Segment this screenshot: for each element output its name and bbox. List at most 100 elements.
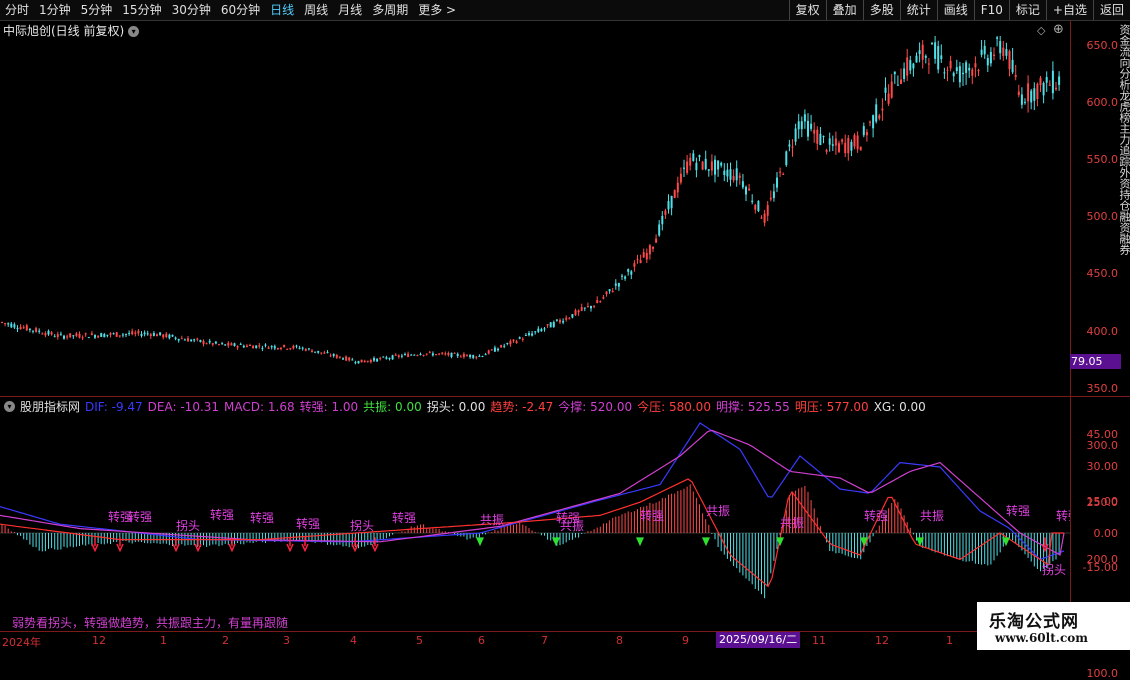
candle (664, 208, 667, 220)
macd-indicator-chart[interactable]: 转强转强拐头转强转强转强拐头转强共振转强共振转强共振共振转强共振转强转强拐头 (0, 414, 1070, 630)
candle (555, 319, 558, 322)
candle (738, 172, 741, 185)
candle (686, 155, 689, 175)
candle (704, 150, 707, 171)
toolbar-button-2[interactable]: 多股 (862, 0, 900, 20)
toolbar-button-0[interactable]: 复权 (788, 0, 826, 20)
candle (66, 334, 69, 340)
date-tick-label: 3 (283, 634, 290, 647)
candle (1027, 75, 1030, 113)
toolbar-button-1[interactable]: 叠加 (825, 0, 863, 20)
candle (661, 211, 664, 231)
tab-period-1[interactable]: 1分钟 (34, 0, 76, 20)
candle (1042, 81, 1045, 104)
candle (506, 342, 509, 346)
tab-period-2[interactable]: 5分钟 (76, 0, 118, 20)
tab-period-3[interactable]: 15分钟 (117, 0, 166, 20)
candle (78, 331, 81, 339)
price-tick-label: 350.0 (1086, 381, 1119, 395)
candle (261, 345, 264, 352)
tab-period-5[interactable]: 60分钟 (216, 0, 265, 20)
candle (267, 345, 270, 349)
candle (996, 36, 999, 47)
turn-arrow-icon (351, 537, 359, 553)
candle (977, 68, 980, 76)
add-icon[interactable]: ⊕ (1053, 22, 1064, 37)
candle (825, 148, 828, 155)
candle (373, 356, 375, 362)
candle (450, 352, 453, 359)
candle (332, 353, 335, 358)
tab-period-7[interactable]: 周线 (299, 0, 333, 20)
candle (183, 338, 186, 341)
candle (869, 120, 871, 127)
candle (317, 350, 320, 354)
signal-label: 转强 (392, 510, 416, 525)
candle (952, 71, 955, 83)
candle (1030, 88, 1033, 110)
candle (134, 330, 137, 337)
indicator-name[interactable]: 股朋指标网 (20, 398, 80, 415)
tab-period-4[interactable]: 30分钟 (167, 0, 216, 20)
candle (453, 352, 456, 354)
candle (456, 352, 459, 358)
candle (202, 339, 205, 347)
toolbar-button-7[interactable]: +自选 (1045, 0, 1093, 20)
signal-label: 转强 (864, 508, 888, 523)
tab-period-9[interactable]: 多周期 (367, 0, 413, 20)
tab-period-8[interactable]: 月线 (333, 0, 367, 20)
candle (205, 342, 208, 345)
candle (487, 349, 490, 355)
candle (937, 40, 940, 74)
candle (1033, 82, 1036, 111)
candle (1048, 80, 1051, 86)
toolbar-button-3[interactable]: 统计 (899, 0, 937, 20)
candle (35, 326, 38, 333)
tab-period-0[interactable]: 分时 (0, 0, 34, 20)
toolbar-button-8[interactable]: 返回 (1092, 0, 1130, 20)
candle (819, 126, 822, 146)
candlestick-chart[interactable] (0, 36, 1070, 394)
gear-icon[interactable]: ▾ (4, 400, 15, 412)
candle (692, 150, 695, 162)
candle (59, 331, 62, 336)
candle (803, 109, 806, 129)
signal-label: 转强 (210, 507, 234, 522)
candle (245, 344, 248, 348)
candle (72, 335, 75, 339)
candle (639, 254, 642, 264)
candle (909, 55, 912, 75)
candle (94, 334, 96, 339)
candle (47, 329, 50, 336)
indicator-tick-label: -15.00 (1082, 561, 1118, 574)
brand-name: 乐淘公式网 (989, 612, 1079, 632)
candle (447, 351, 450, 357)
toolbar-button-5[interactable]: F10 (973, 0, 1009, 20)
candle (890, 73, 893, 99)
candle (856, 131, 859, 153)
price-tick-label: 450.0 (1086, 267, 1119, 281)
candle (788, 139, 791, 152)
candle (438, 353, 441, 356)
candle (335, 353, 338, 359)
toolbar-button-6[interactable]: 标记 (1008, 0, 1046, 20)
candle (472, 354, 475, 360)
candle (128, 330, 131, 336)
candle (779, 167, 782, 177)
candle (431, 351, 434, 357)
right-side-panel[interactable]: 资金流向分析龙虎榜主力追踪外资持仓融资融券 (1118, 24, 1130, 384)
candle (1008, 49, 1011, 77)
candle (590, 305, 592, 312)
candle (915, 52, 918, 63)
indicator-tick-label: 0.00 (1093, 527, 1119, 540)
candle (971, 67, 974, 85)
tab-period-10[interactable]: 更多 > (413, 0, 461, 20)
toolbar-button-4[interactable]: 画线 (936, 0, 974, 20)
tab-period-6[interactable]: 日线 (265, 0, 299, 20)
candle (351, 357, 354, 361)
indicator-tick-label: 45.00 (1086, 428, 1119, 441)
selected-date: 2025/09/16/二 (716, 632, 801, 648)
candle (1036, 82, 1039, 107)
candle (469, 354, 472, 359)
candle (707, 169, 710, 177)
